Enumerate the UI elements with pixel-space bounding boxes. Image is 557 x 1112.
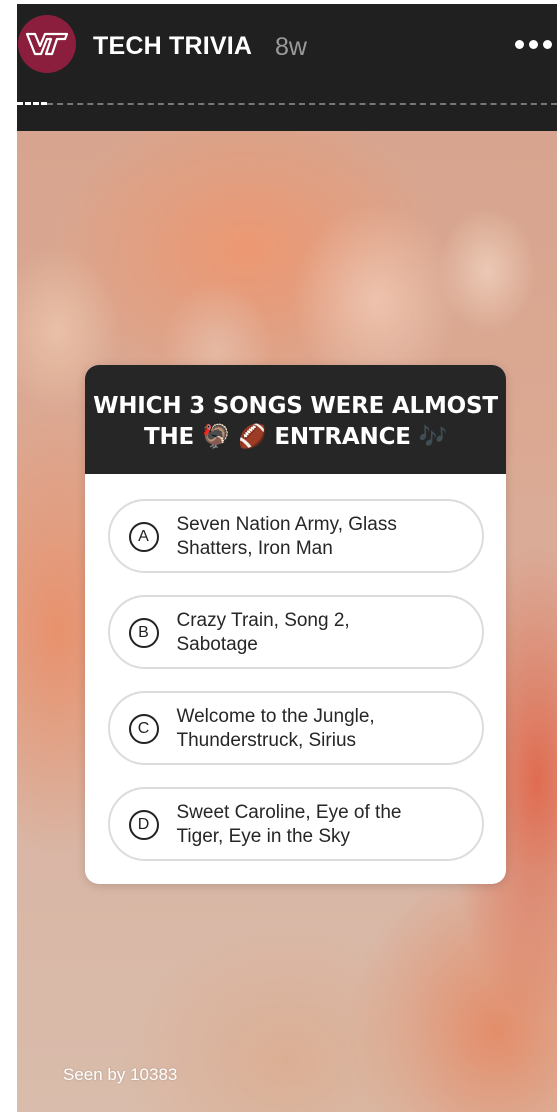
option-text-line: Crazy Train, Song 2, bbox=[176, 610, 350, 631]
vt-logo-mark bbox=[25, 32, 69, 56]
story-header: TECH TRIVIA 8w bbox=[17, 4, 557, 131]
option-text-line: Sweet Caroline, Eye of the bbox=[176, 802, 402, 823]
more-dot bbox=[543, 39, 552, 49]
post-age: 8w bbox=[275, 33, 307, 61]
option-text-b: Crazy Train, Song 2, Sabotage bbox=[177, 609, 467, 657]
poll-question-line-1: WHICH 3 SONGS WERE ALMOST bbox=[93, 393, 498, 419]
seen-by-count[interactable]: Seen by 10383 bbox=[63, 1065, 177, 1085]
story-viewer: TECH TRIVIA 8w WHICH 3 SONGS WERE ALMOST… bbox=[17, 4, 557, 1112]
option-text-line: Shatters, Iron Man bbox=[176, 538, 333, 559]
poll-option-b[interactable]: B Crazy Train, Song 2, Sabotage bbox=[107, 595, 484, 669]
more-horizontal-icon[interactable] bbox=[515, 36, 557, 52]
poll-option-a[interactable]: A Seven Nation Army, Glass Shatters, Iro… bbox=[107, 499, 484, 573]
poll-option-c[interactable]: C Welcome to the Jungle, Thunderstruck, … bbox=[107, 691, 484, 765]
poll-options: A Seven Nation Army, Glass Shatters, Iro… bbox=[85, 474, 506, 861]
music-notes-emoji-icon: 🎶 bbox=[418, 424, 448, 450]
option-text-line: Tiger, Eye in the Sky bbox=[176, 826, 351, 847]
football-emoji-icon: 🏈 bbox=[238, 424, 267, 450]
option-text-line: Seven Nation Army, Glass bbox=[176, 514, 397, 535]
more-dot bbox=[515, 39, 524, 49]
story-progress-bar bbox=[17, 102, 557, 110]
option-letter-a: A bbox=[128, 522, 159, 552]
poll-question-entrance: ENTRANCE bbox=[274, 424, 411, 450]
poll-question: WHICH 3 SONGS WERE ALMOST THE 🦃 🏈 ENTRAN… bbox=[85, 365, 506, 474]
story-progress-remaining bbox=[47, 103, 557, 106]
option-text-c: Welcome to the Jungle, Thunderstruck, Si… bbox=[177, 705, 467, 753]
account-name[interactable]: TECH TRIVIA bbox=[93, 32, 252, 61]
vt-logo-icon[interactable] bbox=[18, 15, 76, 73]
poll-option-d[interactable]: D Sweet Caroline, Eye of the Tiger, Eye … bbox=[107, 787, 484, 861]
poll-question-the: THE bbox=[143, 424, 195, 450]
option-letter-c: C bbox=[128, 714, 159, 744]
option-text-d: Sweet Caroline, Eye of the Tiger, Eye in… bbox=[177, 801, 467, 849]
option-text-a: Seven Nation Army, Glass Shatters, Iron … bbox=[177, 513, 467, 561]
poll-question-line-2: THE 🦃 🏈 ENTRANCE 🎶 bbox=[85, 422, 506, 453]
turkey-emoji-icon: 🦃 bbox=[201, 424, 231, 450]
option-letter-d: D bbox=[128, 810, 159, 840]
story-progress-done bbox=[17, 102, 47, 105]
option-text-line: Sabotage bbox=[176, 634, 258, 655]
option-text-line: Welcome to the Jungle, bbox=[176, 706, 375, 727]
option-text-line: Thunderstruck, Sirius bbox=[176, 730, 357, 751]
more-dot bbox=[529, 39, 538, 49]
option-letter-b: B bbox=[128, 618, 159, 648]
poll-sticker: WHICH 3 SONGS WERE ALMOST THE 🦃 🏈 ENTRAN… bbox=[85, 365, 506, 884]
